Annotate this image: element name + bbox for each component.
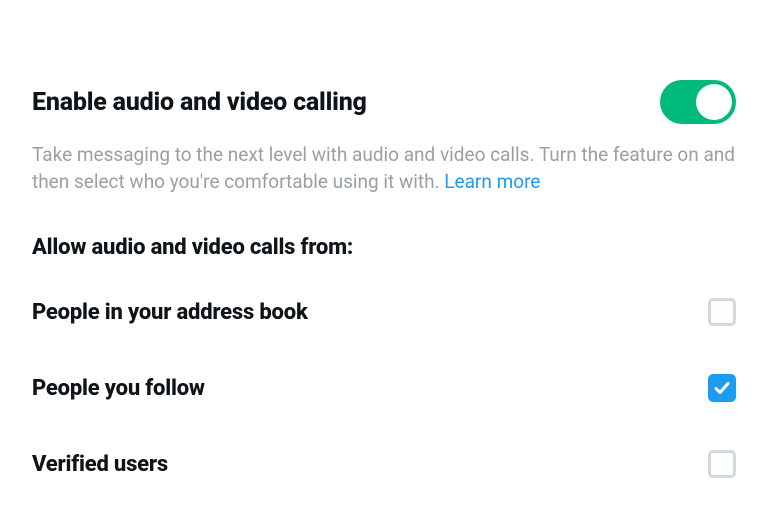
enable-calling-toggle[interactable] bbox=[660, 80, 736, 124]
enable-calling-description: Take messaging to the next level with au… bbox=[32, 142, 736, 195]
option-verified-users-label: Verified users bbox=[32, 452, 168, 477]
allow-from-subtitle: Allow audio and video calls from: bbox=[32, 235, 736, 260]
option-verified-users-row: Verified users bbox=[32, 450, 736, 478]
toggle-knob bbox=[696, 84, 732, 120]
option-address-book-label: People in your address book bbox=[32, 300, 308, 325]
option-verified-users-checkbox[interactable] bbox=[708, 450, 736, 478]
enable-calling-row: Enable audio and video calling bbox=[32, 80, 736, 124]
learn-more-link[interactable]: Learn more bbox=[444, 170, 540, 193]
option-address-book-row: People in your address book bbox=[32, 298, 736, 326]
option-people-you-follow-row: People you follow bbox=[32, 374, 736, 402]
option-people-you-follow-checkbox[interactable] bbox=[708, 374, 736, 402]
option-people-you-follow-label: People you follow bbox=[32, 376, 205, 401]
description-text: Take messaging to the next level with au… bbox=[32, 143, 735, 193]
enable-calling-title: Enable audio and video calling bbox=[32, 88, 367, 117]
checkmark-icon bbox=[714, 380, 730, 396]
option-address-book-checkbox[interactable] bbox=[708, 298, 736, 326]
